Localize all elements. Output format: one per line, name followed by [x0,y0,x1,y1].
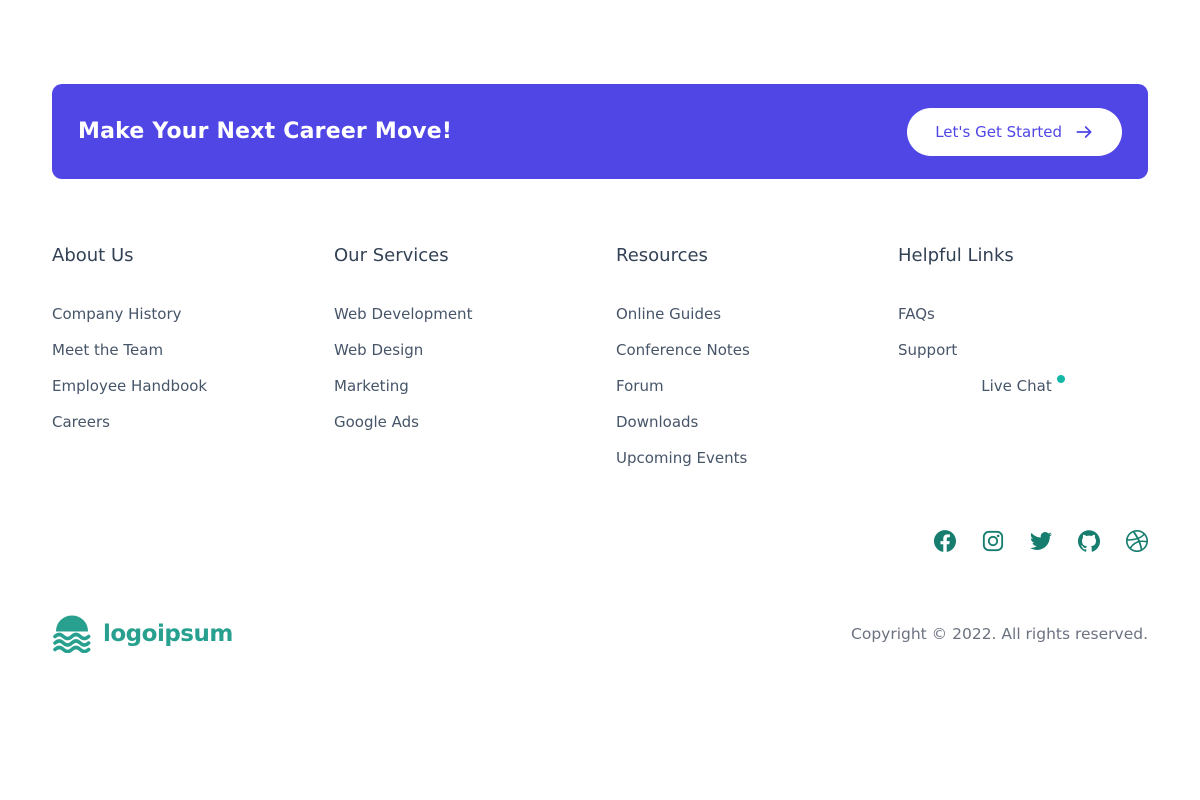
facebook-link[interactable] [934,530,956,552]
link-company-history[interactable]: Company History [52,305,182,323]
link-marketing[interactable]: Marketing [334,377,409,395]
cta-banner: Make Your Next Career Move! Let's Get St… [52,84,1148,179]
footer-column-resources: Resources Online Guides Conference Notes… [616,245,898,486]
link-online-guides[interactable]: Online Guides [616,305,721,323]
twitter-link[interactable] [1030,530,1052,552]
footer-column-helpful-links: Helpful Links FAQs Support Live Chat [898,245,1148,486]
column-heading-about-us: About Us [52,245,134,266]
facebook-icon [934,530,956,552]
github-link[interactable] [1078,530,1100,552]
logo-text: logoipsum [103,621,233,647]
get-started-label: Let's Get Started [935,122,1062,141]
dribbble-link[interactable] [1126,530,1148,552]
column-heading-helpful-links: Helpful Links [898,245,1014,266]
dribbble-icon [1126,530,1148,552]
link-google-ads[interactable]: Google Ads [334,413,419,431]
link-faqs[interactable]: FAQs [898,305,935,323]
link-upcoming-events[interactable]: Upcoming Events [616,449,747,467]
instagram-link[interactable] [982,530,1004,552]
arrow-right-icon [1076,125,1092,138]
logo-icon [53,615,91,653]
link-web-development[interactable]: Web Development [334,305,472,323]
column-heading-resources: Resources [616,245,708,266]
column-heading-our-services: Our Services [334,245,449,266]
social-links [934,530,1148,552]
get-started-button[interactable]: Let's Get Started [907,107,1122,156]
twitter-icon [1030,532,1052,550]
cta-title: Make Your Next Career Move! [78,119,453,144]
live-chat-online-indicator-dot [1056,375,1065,383]
link-careers[interactable]: Careers [52,413,110,431]
link-live-chat[interactable]: Live Chat [981,378,1051,394]
copyright-text: Copyright © 2022. All rights reserved. [851,625,1148,643]
link-forum[interactable]: Forum [616,377,664,395]
link-downloads[interactable]: Downloads [616,413,698,431]
link-web-design[interactable]: Web Design [334,341,423,359]
link-meet-the-team[interactable]: Meet the Team [52,341,163,359]
link-support[interactable]: Support [898,341,957,359]
footer-column-about-us: About Us Company History Meet the Team E… [52,245,334,486]
github-icon [1078,530,1100,552]
logo[interactable]: logoipsum [52,615,233,653]
footer-column-our-services: Our Services Web Development Web Design … [334,245,616,486]
footer-bottom-bar: logoipsum Copyright © 2022. All rights r… [52,610,1148,658]
footer-page: Make Your Next Career Move! Let's Get St… [0,0,1200,800]
instagram-icon [982,530,1004,552]
link-conference-notes[interactable]: Conference Notes [616,341,750,359]
footer-link-columns: About Us Company History Meet the Team E… [52,245,1148,486]
link-employee-handbook[interactable]: Employee Handbook [52,377,207,395]
